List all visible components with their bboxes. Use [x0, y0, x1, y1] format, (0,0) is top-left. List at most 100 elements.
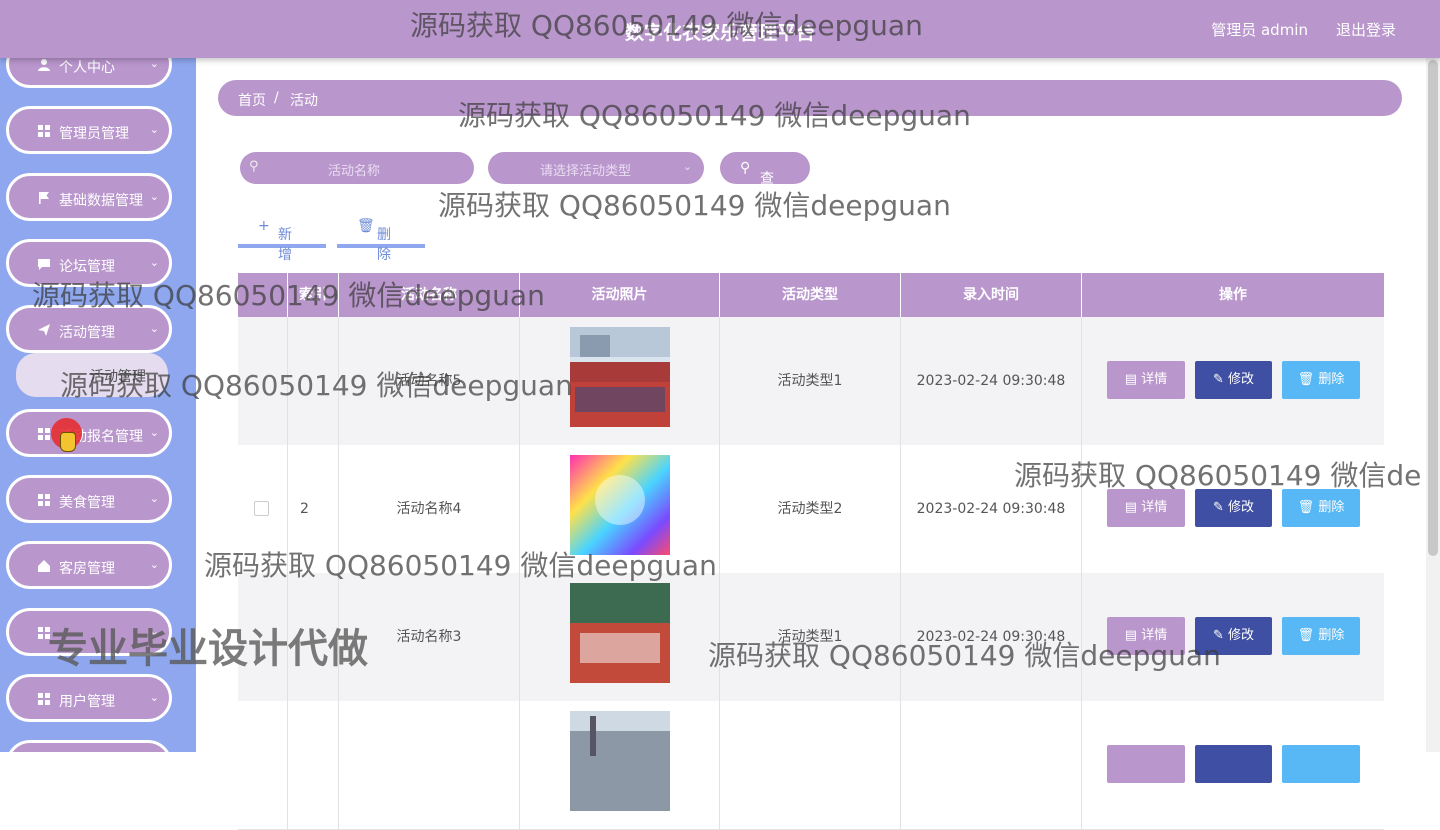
row-checkbox[interactable]: [254, 501, 269, 516]
delete-row-button[interactable]: 🗑 删除: [1282, 361, 1360, 399]
activity-photo[interactable]: [570, 327, 670, 427]
row-type: 活动类型1: [720, 317, 901, 445]
delete-button[interactable]: 🗑 删除: [337, 212, 425, 263]
sidebar-item-label: 基础数据管理: [59, 193, 143, 209]
chevron-down-icon: ⌄: [149, 57, 159, 70]
chevron-down-icon: ⌄: [149, 558, 159, 571]
scrollbar-thumb[interactable]: [1428, 60, 1438, 556]
row-time: [901, 701, 1082, 829]
chevron-down-icon: ⌄: [149, 123, 159, 136]
activity-name-placeholder: 活动名称: [328, 164, 381, 179]
chevron-down-icon: ⌄: [149, 492, 159, 505]
header-name: 活动名称: [339, 273, 520, 317]
row-name: [339, 701, 520, 829]
sidebar-subitem-activity-management[interactable]: 活动管理: [16, 353, 168, 397]
row-index: [288, 317, 339, 445]
send-icon: [37, 323, 51, 337]
sidebar-item-label: 个人中心: [59, 60, 115, 76]
edit-button[interactable]: ✎ 修改: [1195, 489, 1272, 527]
row-time: 2023-02-24 09:30:48: [901, 573, 1082, 701]
row-checkbox-cell: [238, 701, 288, 829]
detail-button[interactable]: ▤ 详情: [1107, 617, 1185, 655]
breadcrumb-separator: /: [274, 90, 279, 106]
header-checkbox-col[interactable]: [238, 273, 288, 317]
table-row: [238, 701, 1384, 830]
header-time: 录入时间: [901, 273, 1082, 317]
activity-type-placeholder: 请选择活动类型: [540, 164, 632, 179]
chevron-down-icon: ⌄: [149, 190, 159, 203]
chevron-down-icon: ⌄: [149, 426, 159, 439]
sidebar-item-label: 客房管理: [59, 561, 115, 577]
sidebar-item-activity-signup[interactable]: 活动报名管理 ⌄: [6, 409, 172, 457]
hand-cursor-icon: [60, 432, 76, 452]
breadcrumb: 首页 / 活动: [218, 80, 1402, 116]
sidebar-item-label: 美食管理: [59, 495, 115, 511]
edit-button[interactable]: ✎ 修改: [1195, 617, 1272, 655]
search-button[interactable]: 查询 ⚲: [720, 152, 810, 207]
sidebar-item-forum[interactable]: 论坛管理 ⌄: [6, 239, 172, 287]
sidebar-subitem-label: 活动管理: [90, 369, 146, 385]
main-content: 首页 / 活动 ⚲ 活动名称 请选择活动类型 ⌄ 查询 ⚲ + 新增 🗑 删除 …: [196, 58, 1426, 830]
row-name: 活动名称5: [339, 317, 520, 445]
row-type: 活动类型1: [720, 573, 901, 701]
detail-button[interactable]: ▤ 详情: [1107, 361, 1185, 399]
delete-row-button[interactable]: 🗑 删除: [1282, 489, 1360, 527]
table-row: 活动名称5 活动类型1 2023-02-24 09:30:48 ▤ 详情 ✎ 修…: [238, 317, 1384, 446]
user-icon: [37, 58, 51, 72]
table-row: 活动名称3 活动类型1 2023-02-24 09:30:48 ▤ 详情 ✎ 修…: [238, 573, 1384, 702]
activity-photo[interactable]: [570, 455, 670, 555]
sidebar-item-food[interactable]: 美食管理 ⌄: [6, 475, 172, 523]
header-photo: 活动照片: [520, 273, 720, 317]
detail-button[interactable]: [1107, 745, 1185, 783]
flag-icon: [37, 191, 51, 205]
sidebar-item-room[interactable]: 客房管理 ⌄: [6, 541, 172, 589]
chevron-down-icon: ⌄: [149, 256, 159, 269]
home-icon: [37, 559, 51, 573]
logout-link[interactable]: 退出登录: [1336, 19, 1396, 40]
sidebar-item-label: 用户管理: [59, 694, 115, 710]
activity-name-input[interactable]: ⚲ 活动名称: [240, 152, 474, 184]
sidebar-item-more[interactable]: [6, 740, 172, 752]
edit-button[interactable]: ✎ 修改: [1195, 361, 1272, 399]
detail-button[interactable]: ▤ 详情: [1107, 489, 1185, 527]
add-button-label: + 新增: [258, 218, 292, 263]
chevron-down-icon: ⌄: [682, 160, 692, 173]
admin-label: 管理员 admin: [1211, 21, 1308, 39]
search-icon: ⚲: [249, 159, 259, 174]
sidebar-item-users[interactable]: 用户管理 ⌄: [6, 674, 172, 722]
sidebar-item-activity[interactable]: 活动管理 ⌄: [6, 305, 172, 353]
add-button[interactable]: + 新增: [238, 212, 326, 263]
row-type: [720, 701, 901, 829]
delete-row-button[interactable]: [1282, 745, 1360, 783]
activity-photo[interactable]: [570, 583, 670, 683]
header-actions: 操作: [1219, 287, 1247, 303]
table-row: 2 活动名称4 活动类型2 2023-02-24 09:30:48 ▤ 详情 ✎…: [238, 445, 1384, 574]
table-header: 索引 活动名称 活动照片 活动类型 录入时间 操作: [238, 273, 1384, 317]
delete-button-label: 🗑 删除: [357, 218, 391, 263]
header-index: 索引: [288, 273, 339, 317]
sidebar-item-base-data[interactable]: 基础数据管理 ⌄: [6, 173, 172, 221]
activity-photo[interactable]: [570, 711, 670, 811]
activity-type-select[interactable]: 请选择活动类型 ⌄: [488, 152, 704, 184]
row-checkbox-cell: [238, 317, 288, 445]
row-name: 活动名称4: [339, 445, 520, 573]
chevron-down-icon: ⌄: [149, 691, 159, 704]
edit-button[interactable]: [1195, 745, 1272, 783]
header-type: 活动类型: [720, 273, 901, 317]
breadcrumb-home[interactable]: 首页: [238, 90, 266, 110]
grid-icon: [37, 493, 51, 507]
delete-row-button[interactable]: 🗑 删除: [1282, 617, 1360, 655]
sidebar-item-admin-management[interactable]: 管理员管理 ⌄: [6, 106, 172, 154]
grid-icon: [37, 692, 51, 706]
sidebar-item-label: 论坛管理: [59, 259, 115, 275]
watermark-banner: 专业毕业设计代做: [48, 626, 368, 672]
row-time: 2023-02-24 09:30:48: [901, 317, 1082, 445]
sidebar-item-label: 活动管理: [59, 325, 115, 341]
search-button-label: 查询 ⚲: [740, 160, 774, 207]
row-time: 2023-02-24 09:30:48: [901, 445, 1082, 573]
grid-icon: [37, 427, 51, 441]
grid-icon: [37, 124, 51, 138]
top-header: 数字化农家乐管理平台 管理员 admin 退出登录: [0, 0, 1440, 58]
chat-icon: [37, 257, 51, 271]
sidebar-item-label: 管理员管理: [59, 126, 129, 142]
